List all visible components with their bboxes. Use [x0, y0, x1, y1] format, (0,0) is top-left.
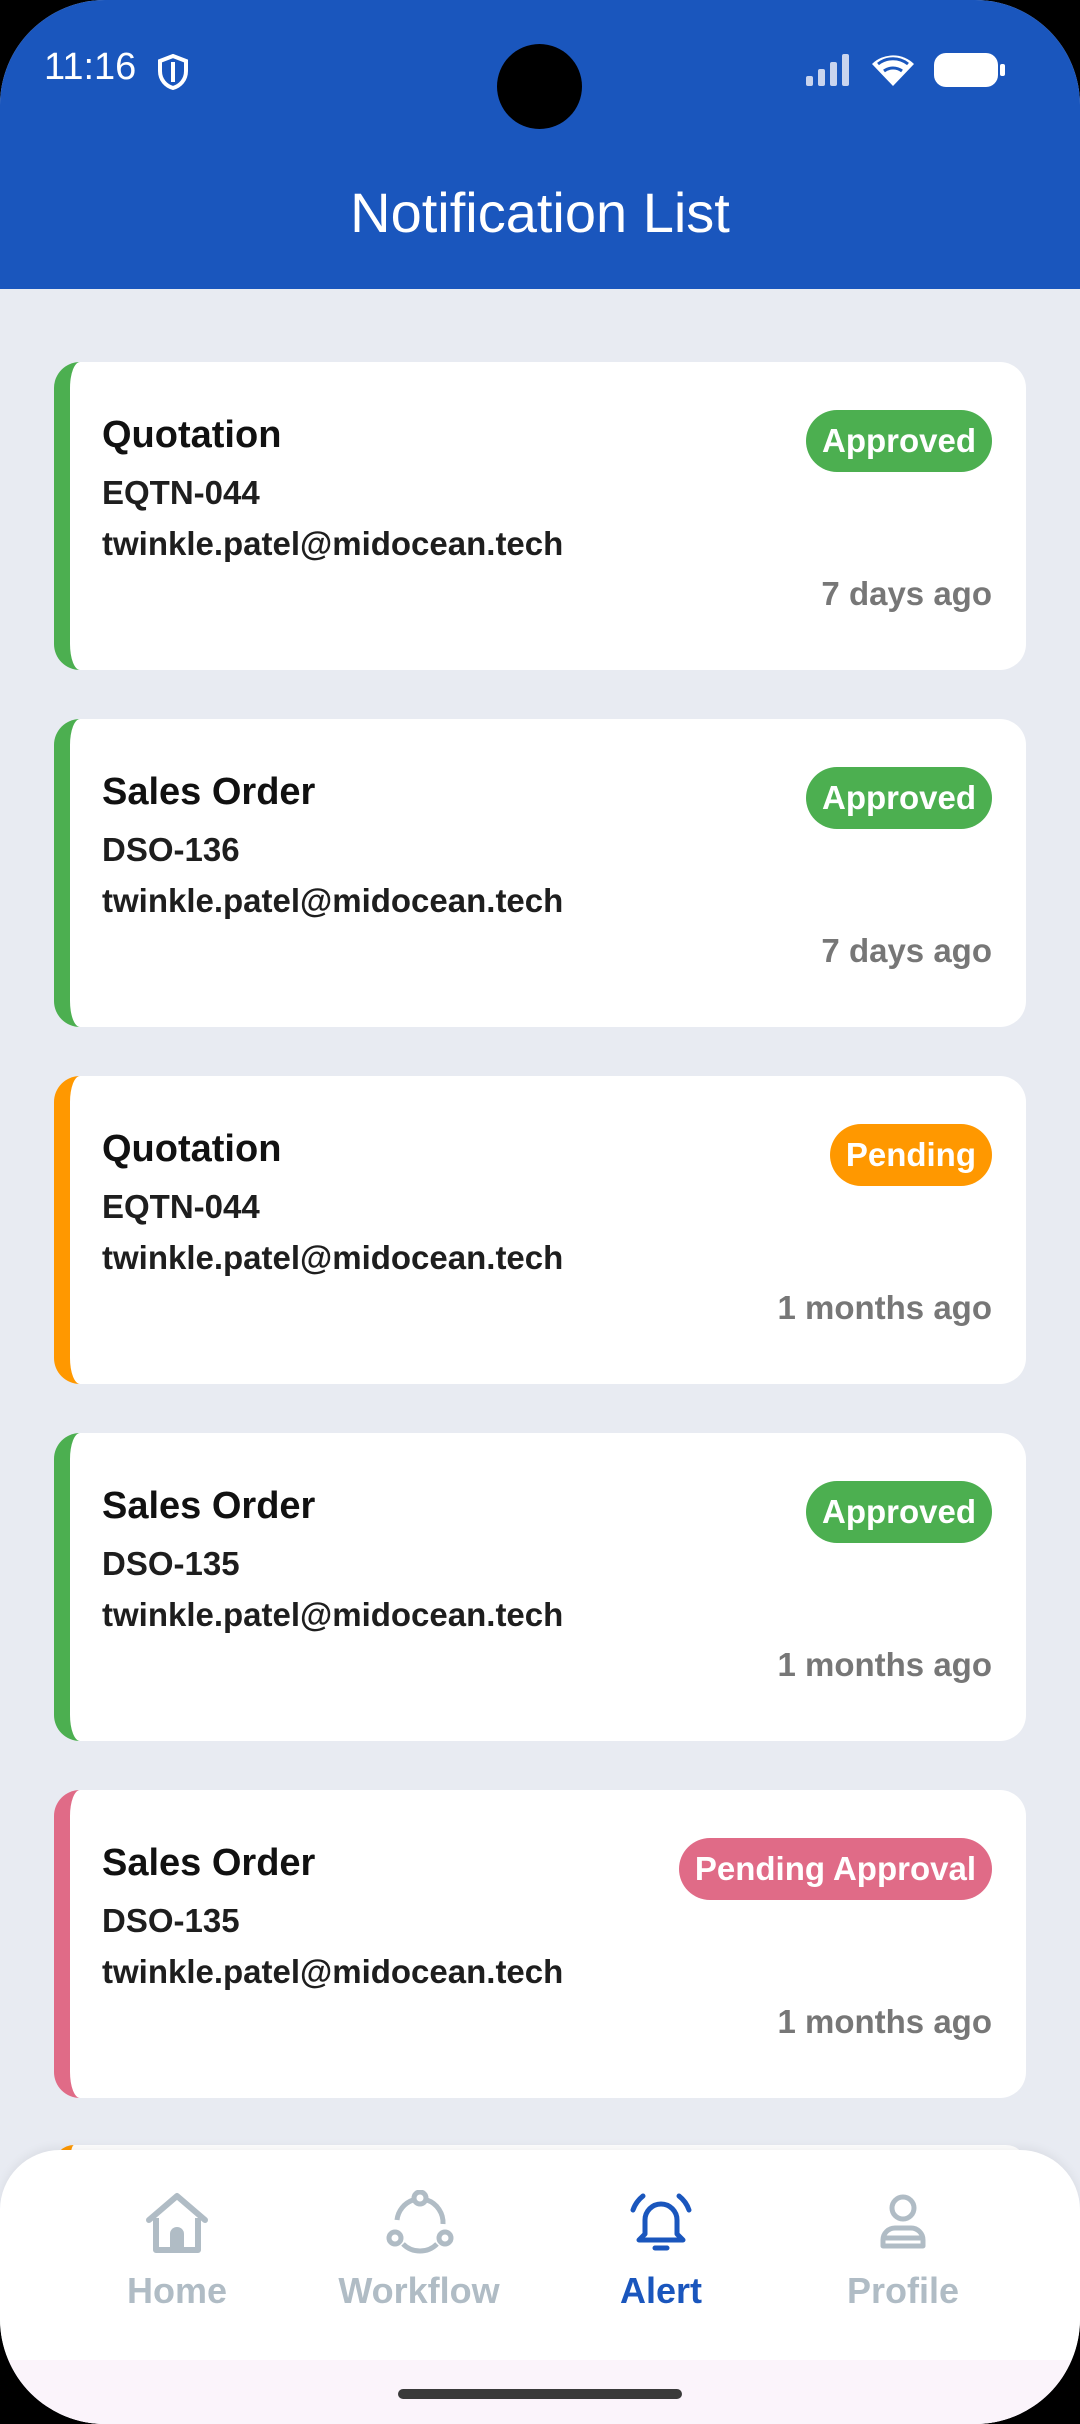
notification-card[interactable]: Sales Order DSO-136 twinkle.patel@midoce… [54, 719, 1026, 1027]
notification-type: Quotation [102, 414, 282, 456]
notification-code: DSO-135 [102, 1902, 240, 1939]
signal-icon [806, 54, 852, 91]
profile-icon [783, 2190, 1023, 2256]
home-indicator[interactable] [398, 2389, 682, 2399]
notification-time: 1 months ago [777, 1289, 992, 1326]
nav-label-workflow: Workflow [338, 2270, 500, 2311]
notification-email: twinkle.patel@midocean.tech [102, 1953, 564, 1990]
home-icon [57, 2190, 297, 2256]
notification-code: EQTN-044 [102, 474, 260, 511]
status-icons [806, 52, 1006, 93]
notification-card[interactable]: Quotation EQTN-044 twinkle.patel@midocea… [54, 362, 1026, 670]
wifi-icon [870, 52, 916, 93]
battery-icon [934, 53, 1006, 92]
notification-code: DSO-136 [102, 831, 240, 868]
page-title: Notification List [350, 181, 730, 244]
nav-label-alert: Alert [619, 2270, 703, 2311]
notification-type: Sales Order [102, 1485, 316, 1527]
notification-email: twinkle.patel@midocean.tech [102, 525, 564, 562]
notification-card[interactable]: Sales Order DSO-135 twinkle.patel@midoce… [54, 1790, 1026, 2098]
notification-email: twinkle.patel@midocean.tech [102, 882, 564, 919]
status-badge: Approved [805, 410, 992, 472]
notification-code: EQTN-044 [102, 1188, 260, 1225]
notification-code: DSO-135 [102, 1545, 240, 1582]
notification-email: twinkle.patel@midocean.tech [102, 1596, 564, 1633]
notification-card[interactable]: Sales Order DSO-135 twinkle.patel@midoce… [54, 1433, 1026, 1741]
notification-type: Sales Order [102, 771, 316, 813]
status-badge: Approved [805, 1481, 992, 1543]
nav-label-home: Home [126, 2270, 228, 2311]
screen: 11:16 Notification List Quotation EQTN-0… [0, 0, 1080, 2424]
nav-item-workflow[interactable]: Workflow [299, 2190, 539, 2312]
notification-email: twinkle.patel@midocean.tech [102, 1239, 564, 1276]
status-badge: Pending Approval [678, 1838, 992, 1900]
nav-item-home[interactable]: Home [57, 2190, 297, 2312]
front-camera [497, 44, 582, 129]
status-time: 11:16 [44, 46, 137, 88]
notification-card[interactable]: Quotation EQTN-044 twinkle.patel@midocea… [54, 1076, 1026, 1384]
bell-icon [541, 2190, 781, 2256]
status-badge: Pending [829, 1124, 992, 1186]
status-badge: Approved [805, 767, 992, 829]
nav-item-alert[interactable]: Alert [541, 2190, 781, 2312]
notification-time: 7 days ago [821, 932, 992, 969]
notification-time: 1 months ago [777, 2003, 992, 2040]
notification-time: 1 months ago [777, 1646, 992, 1683]
notification-type: Sales Order [102, 1842, 316, 1884]
shield-icon [157, 53, 189, 95]
nav-label-profile: Profile [846, 2270, 960, 2311]
app-header: 11:16 Notification List [0, 0, 1080, 289]
notification-type: Quotation [102, 1128, 282, 1170]
notification-time: 7 days ago [821, 575, 992, 612]
workflow-icon [299, 2190, 539, 2256]
nav-item-profile[interactable]: Profile [783, 2190, 1023, 2312]
